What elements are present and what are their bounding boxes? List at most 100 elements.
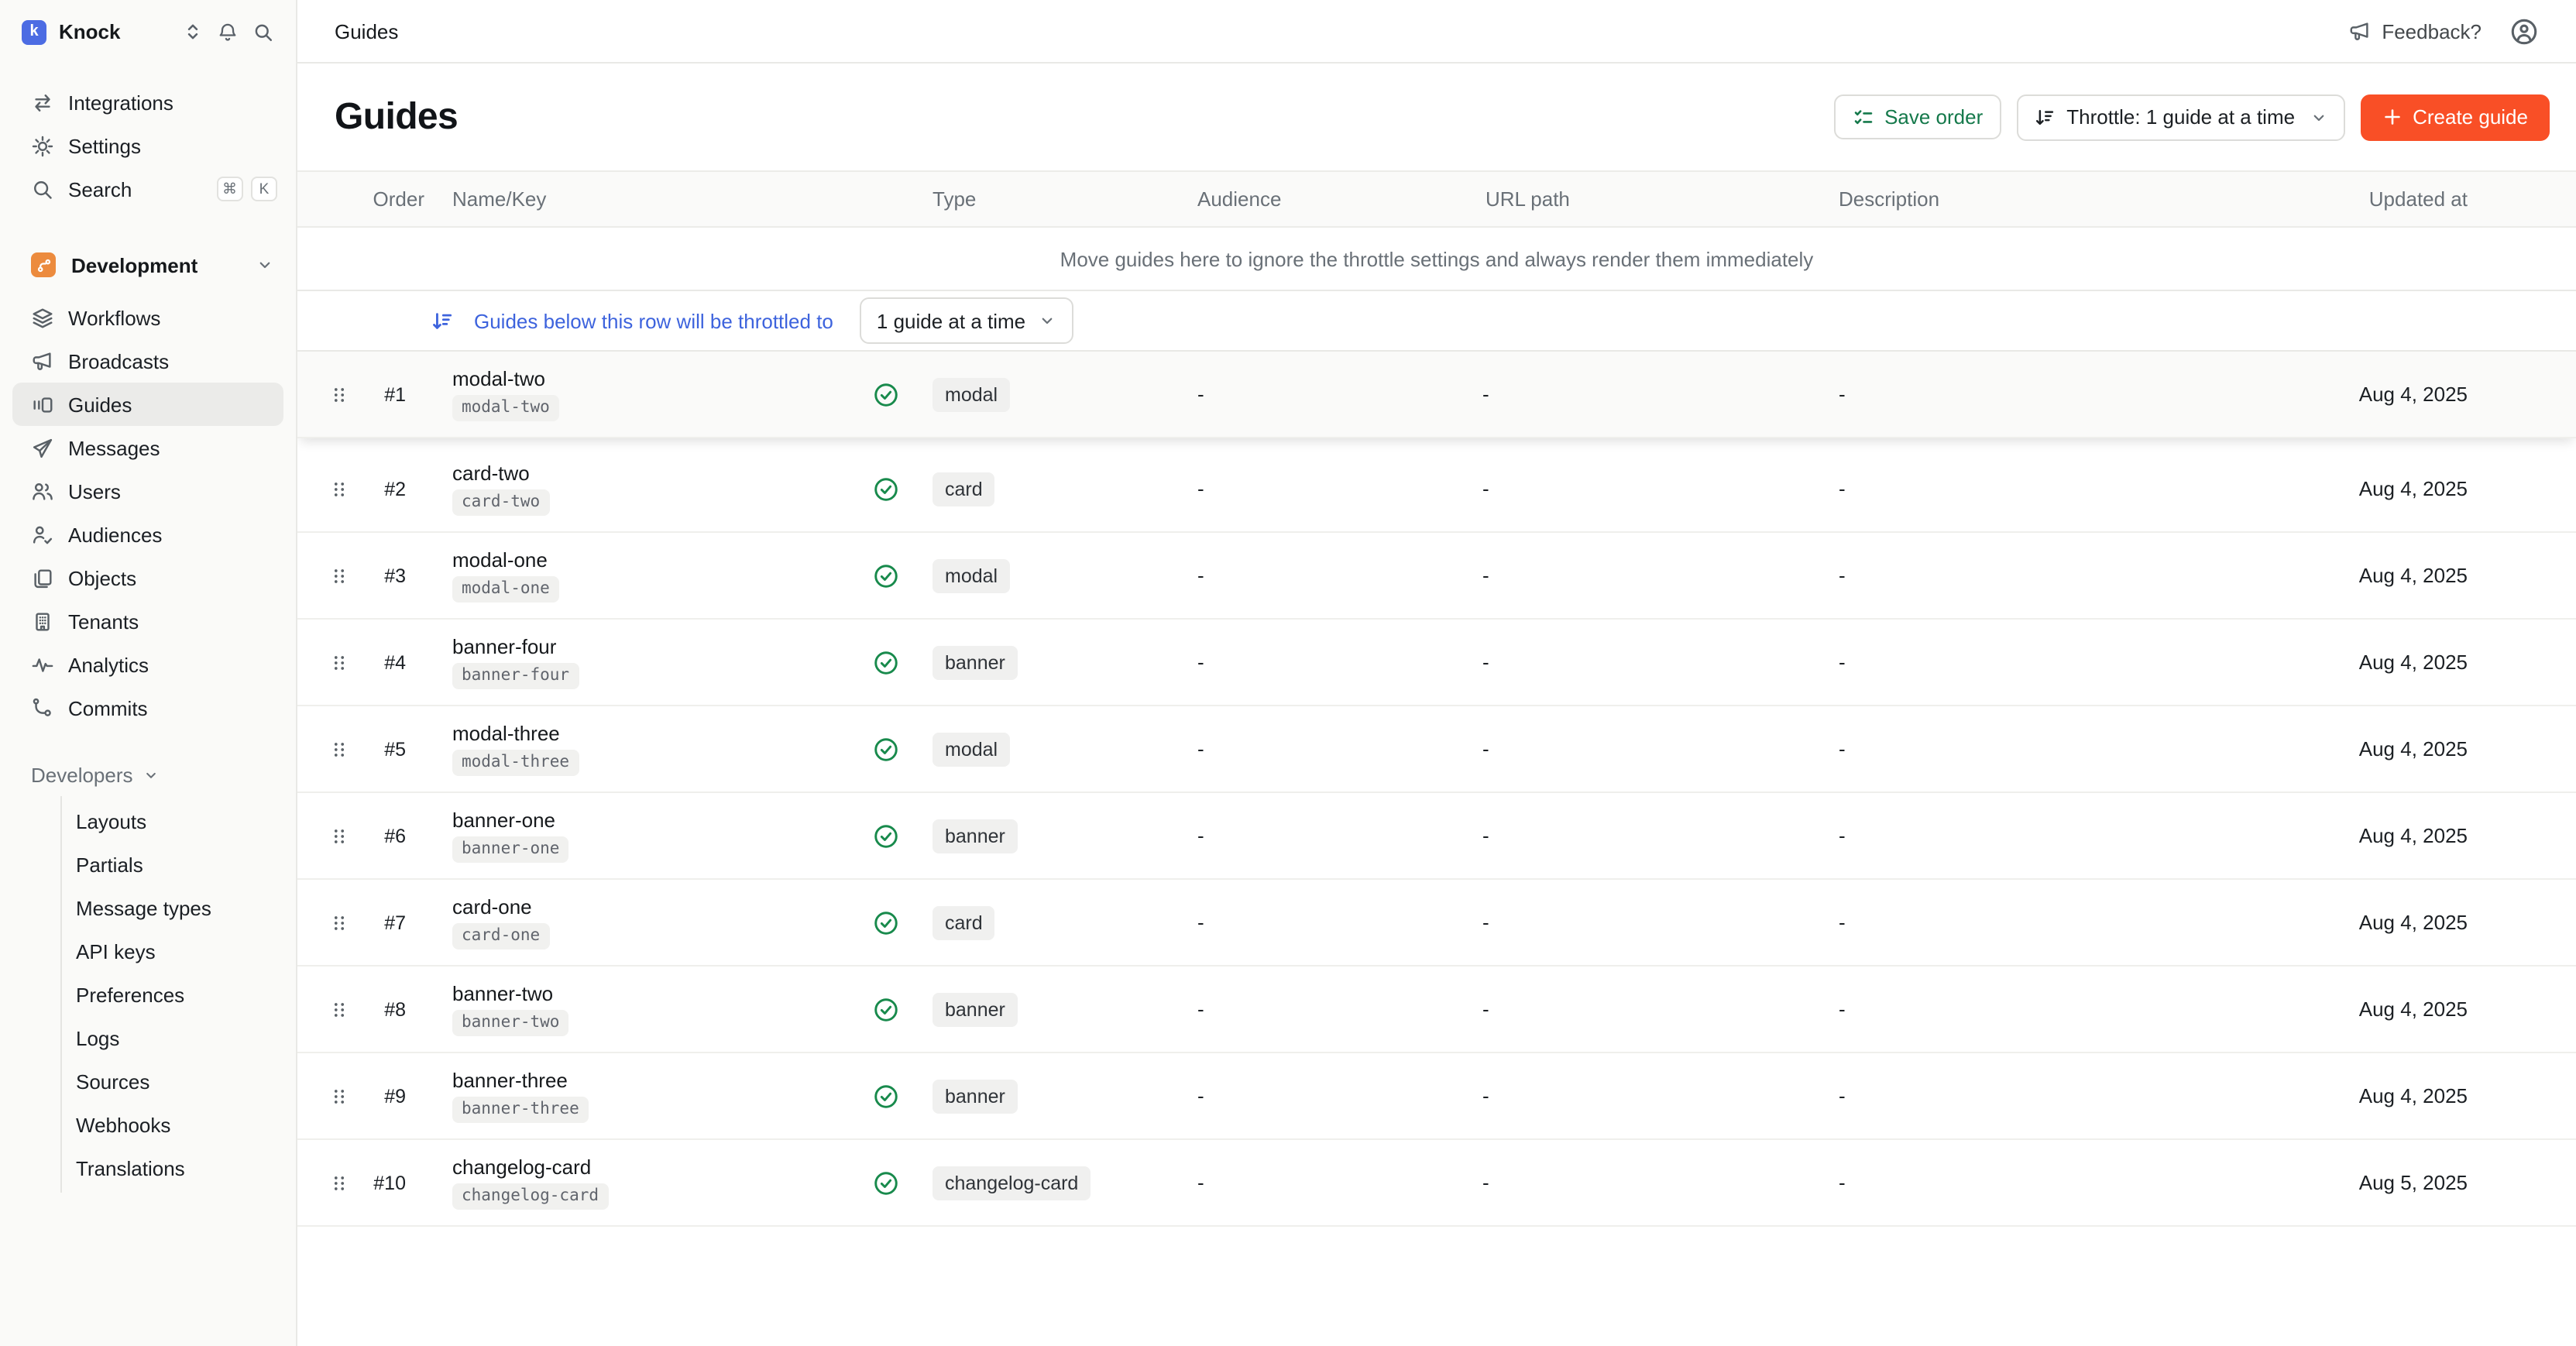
sidebar-item-translations[interactable]: Translations [62, 1146, 296, 1190]
drag-handle-icon[interactable] [328, 383, 362, 405]
developers-section-toggle[interactable]: Developers [0, 753, 296, 796]
drag-handle-icon[interactable] [328, 912, 362, 933]
sidebar-item-commits[interactable]: Commits [0, 686, 296, 730]
guide-name[interactable]: banner-two [452, 982, 553, 1005]
user-avatar-icon[interactable] [2509, 16, 2539, 46]
sidebar-item-webhooks[interactable]: Webhooks [62, 1103, 296, 1146]
search-icon [31, 177, 54, 201]
guide-name[interactable]: modal-one [452, 548, 548, 572]
status-check-circle-icon [872, 648, 900, 676]
create-guide-button[interactable]: Create guide [2360, 94, 2550, 140]
checklist-icon [1852, 106, 1874, 128]
search-icon[interactable] [252, 21, 274, 43]
guide-audience: - [1197, 1171, 1482, 1194]
sidebar-item-messages[interactable]: Messages [0, 426, 296, 469]
k-key: K [251, 177, 277, 201]
knock-logo-letter: k [29, 23, 38, 40]
panels-icon [31, 393, 54, 416]
main-area: Guides Feedback? Guides [297, 0, 2576, 1346]
sidebar-item-search[interactable]: Search ⌘ K [0, 167, 296, 211]
environment-switcher[interactable]: Development [0, 243, 296, 287]
workspace-switcher-icon[interactable] [183, 22, 203, 42]
guide-key-badge: banner-one [452, 836, 568, 863]
environment-name: Development [71, 253, 256, 276]
sidebar-item-layouts[interactable]: Layouts [62, 799, 296, 843]
chevron-down-icon [2309, 108, 2327, 126]
sidebar-item-objects[interactable]: Objects [0, 556, 296, 599]
ignore-throttle-dropzone[interactable]: Move guides here to ignore the throttle … [297, 228, 2576, 290]
table-row: #3 modal-one modal-one modal - - - Aug 4… [297, 533, 2576, 620]
developers-subnav: Layouts Partials Message types API keys … [60, 796, 296, 1193]
save-order-label: Save order [1884, 105, 1983, 129]
sidebar-item-label: Messages [68, 436, 160, 459]
sidebar-item-guides[interactable]: Guides [12, 383, 283, 426]
guide-description: - [1839, 911, 2215, 934]
dropzone-text: Move guides here to ignore the throttle … [1060, 247, 1814, 270]
drag-handle-icon[interactable] [328, 998, 362, 1020]
guide-type-badge: card [933, 472, 995, 506]
drag-handle-icon[interactable] [328, 738, 362, 760]
drag-handle-icon[interactable] [328, 1172, 362, 1193]
commit-icon [31, 696, 54, 719]
sidebar-item-label: Layouts [76, 809, 146, 833]
megaphone-icon [2348, 19, 2371, 43]
throttle-value-dropdown[interactable]: 1 guide at a time [860, 297, 1073, 344]
guide-name[interactable]: banner-four [452, 635, 556, 658]
brand-name: Knock [59, 20, 169, 43]
sidebar-item-preferences[interactable]: Preferences [62, 973, 296, 1016]
sidebar-item-label: Webhooks [76, 1113, 170, 1136]
guide-audience: - [1197, 383, 1482, 406]
sidebar-item-workflows[interactable]: Workflows [0, 296, 296, 339]
table-row: #2 card-two card-two card - - - Aug 4, 2… [297, 446, 2576, 533]
throttle-divider-text[interactable]: Guides below this row will be throttled … [474, 309, 833, 332]
guide-description: - [1839, 477, 2215, 500]
gear-icon [31, 134, 54, 157]
table-row: #8 banner-two banner-two banner - - - Au… [297, 967, 2576, 1053]
guide-key-badge: card-two [452, 489, 549, 516]
drag-handle-icon[interactable] [328, 825, 362, 846]
status-check-circle-icon [872, 475, 900, 503]
guide-description: - [1839, 383, 2215, 406]
notifications-bell-icon[interactable] [217, 21, 239, 43]
throttle-dropdown-button[interactable]: Throttle: 1 guide at a time [2017, 94, 2344, 140]
guide-name[interactable]: changelog-card [452, 1155, 591, 1179]
feedback-button[interactable]: Feedback? [2348, 19, 2482, 43]
sidebar-item-label: Analytics [68, 653, 149, 676]
sidebar-item-message-types[interactable]: Message types [62, 886, 296, 929]
guide-type-badge: banner [933, 1079, 1018, 1113]
sidebar-item-sources[interactable]: Sources [62, 1059, 296, 1103]
sidebar-item-analytics[interactable]: Analytics [0, 643, 296, 686]
sidebar-item-tenants[interactable]: Tenants [0, 599, 296, 643]
table-row: #7 card-one card-one card - - - Aug 4, 2… [297, 880, 2576, 967]
breadcrumb[interactable]: Guides [335, 19, 398, 43]
guide-order: #2 [362, 478, 406, 500]
guide-name[interactable]: modal-two [452, 367, 545, 390]
drag-handle-icon[interactable] [328, 478, 362, 500]
guide-name[interactable]: modal-three [452, 722, 560, 745]
sidebar-item-settings[interactable]: Settings [0, 124, 296, 167]
guide-name[interactable]: banner-one [452, 809, 555, 832]
column-header-audience: Audience [1197, 187, 1482, 211]
app-window: k Knock Integrations [0, 0, 2576, 1346]
drag-handle-icon[interactable] [328, 1085, 362, 1107]
guide-name[interactable]: card-one [452, 895, 532, 919]
sidebar-item-partials[interactable]: Partials [62, 843, 296, 886]
table-row: #5 modal-three modal-three modal - - - A… [297, 706, 2576, 793]
drag-handle-icon[interactable] [328, 565, 362, 586]
column-header-order: Order [328, 187, 424, 211]
sidebar-item-broadcasts[interactable]: Broadcasts [0, 339, 296, 383]
sidebar-item-label: Logs [76, 1026, 119, 1049]
sidebar-item-audiences[interactable]: Audiences [0, 513, 296, 556]
guide-name[interactable]: card-two [452, 462, 530, 485]
sidebar-item-api-keys[interactable]: API keys [62, 929, 296, 973]
guide-audience: - [1197, 1084, 1482, 1107]
drag-handle-icon[interactable] [328, 651, 362, 673]
sidebar-item-logs[interactable]: Logs [62, 1016, 296, 1059]
save-order-button[interactable]: Save order [1833, 94, 2001, 139]
guide-key-badge: modal-three [452, 750, 579, 776]
sidebar-item-users[interactable]: Users [0, 469, 296, 513]
sidebar-item-integrations[interactable]: Integrations [0, 81, 296, 124]
sidebar-item-label: Partials [76, 853, 143, 876]
guide-description: - [1839, 997, 2215, 1021]
guide-name[interactable]: banner-three [452, 1069, 568, 1092]
